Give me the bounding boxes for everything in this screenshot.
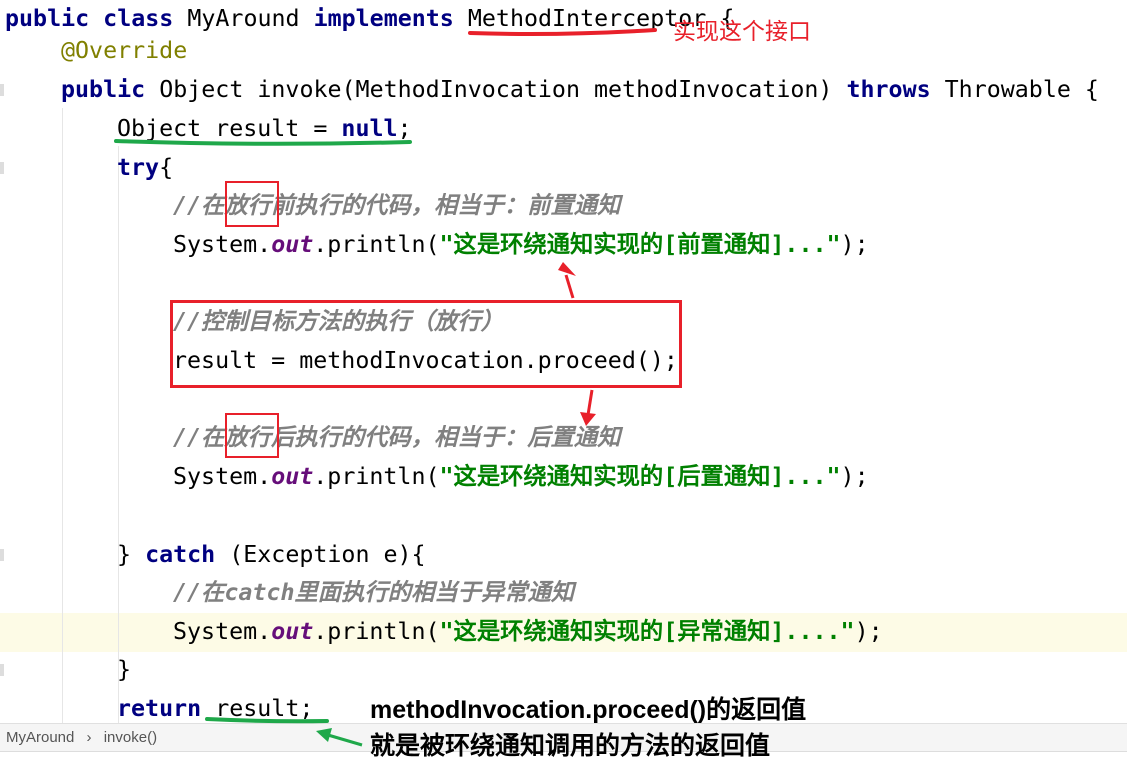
code-token: catch [145, 541, 230, 568]
code-line[interactable]: System.out.println("这是环绕通知实现的[后置通知]...")… [173, 458, 869, 496]
code-token: out [271, 231, 314, 258]
fold-marker[interactable] [0, 162, 4, 174]
code-token: null [341, 115, 398, 142]
code-token: public [61, 76, 160, 103]
code-token: } [117, 656, 132, 683]
code-token: } [117, 541, 146, 568]
code-token: "这是环绕通知实现的[前置通知]..." [439, 231, 841, 258]
code-token: @Override [61, 37, 188, 64]
code-token: System. [173, 231, 272, 258]
code-token: Object result = [117, 115, 342, 142]
code-token: Object invoke(MethodInvocation methodInv… [159, 76, 847, 103]
code-token: { [159, 154, 174, 181]
code-token: .println( [313, 618, 440, 645]
code-token: out [271, 618, 314, 645]
code-line[interactable]: try{ [117, 149, 173, 187]
indent-guide [62, 108, 63, 728]
code-line[interactable]: System.out.println("这是环绕通知实现的[前置通知]...")… [173, 226, 869, 264]
code-token: ); [854, 618, 883, 645]
code-line[interactable]: System.out.println("这是环绕通知实现的[异常通知]...."… [173, 613, 883, 651]
code-token: out [271, 463, 314, 490]
code-token: (Exception e){ [229, 541, 426, 568]
interface-note: 实现这个接口 [673, 18, 811, 44]
code-token: "这是环绕通知实现的[后置通知]..." [439, 463, 841, 490]
code-token: System. [173, 618, 272, 645]
code-line[interactable]: public Object invoke(MethodInvocation me… [61, 71, 1099, 109]
code-line[interactable]: @Override [61, 32, 187, 70]
fold-marker[interactable] [0, 84, 4, 96]
code-token: throws [846, 76, 945, 103]
indent-guide [118, 146, 119, 726]
fold-marker[interactable] [0, 664, 4, 676]
arrow-up-to-before-advice [564, 274, 575, 299]
arrow-up-head [558, 262, 576, 276]
code-line[interactable]: //在catch里面执行的相当于异常通知 [173, 574, 574, 612]
code-token: .println( [313, 463, 440, 490]
code-token: //在catch里面执行的相当于异常通知 [173, 579, 575, 606]
code-token: .println( [313, 231, 440, 258]
return-note-line2: 就是被环绕通知调用的方法的返回值 [370, 732, 771, 760]
code-token: MyAround [187, 5, 314, 32]
return-note-line1: methodInvocation.proceed()的返回值 [370, 696, 807, 724]
fold-marker[interactable] [0, 549, 4, 561]
code-token: ); [840, 231, 869, 258]
code-token: "这是环绕通知实现的[异常通知]...." [439, 618, 855, 645]
highlight-box-fangxing-after [225, 413, 279, 458]
code-token: ; [397, 115, 412, 142]
breadcrumb-item-class[interactable]: MyAround [6, 729, 74, 746]
code-token: implements [313, 5, 468, 32]
code-token: return [117, 695, 216, 722]
code-token: ); [840, 463, 869, 490]
code-token: try [117, 154, 160, 181]
arrow-down-to-after-advice [586, 389, 594, 416]
code-token: System. [173, 463, 272, 490]
code-token: public class [5, 5, 188, 32]
code-token: Throwable { [944, 76, 1099, 103]
code-line[interactable]: } [117, 651, 131, 689]
breadcrumb-separator: › [86, 729, 92, 746]
proceed-highlight-box [170, 300, 682, 388]
code-line[interactable]: Object result = null; [117, 110, 412, 148]
code-line[interactable]: } catch (Exception e){ [117, 536, 426, 574]
code-token: result; [215, 695, 314, 722]
highlight-box-fangxing-before [225, 181, 279, 227]
breadcrumb-item-method[interactable]: invoke() [104, 729, 157, 746]
